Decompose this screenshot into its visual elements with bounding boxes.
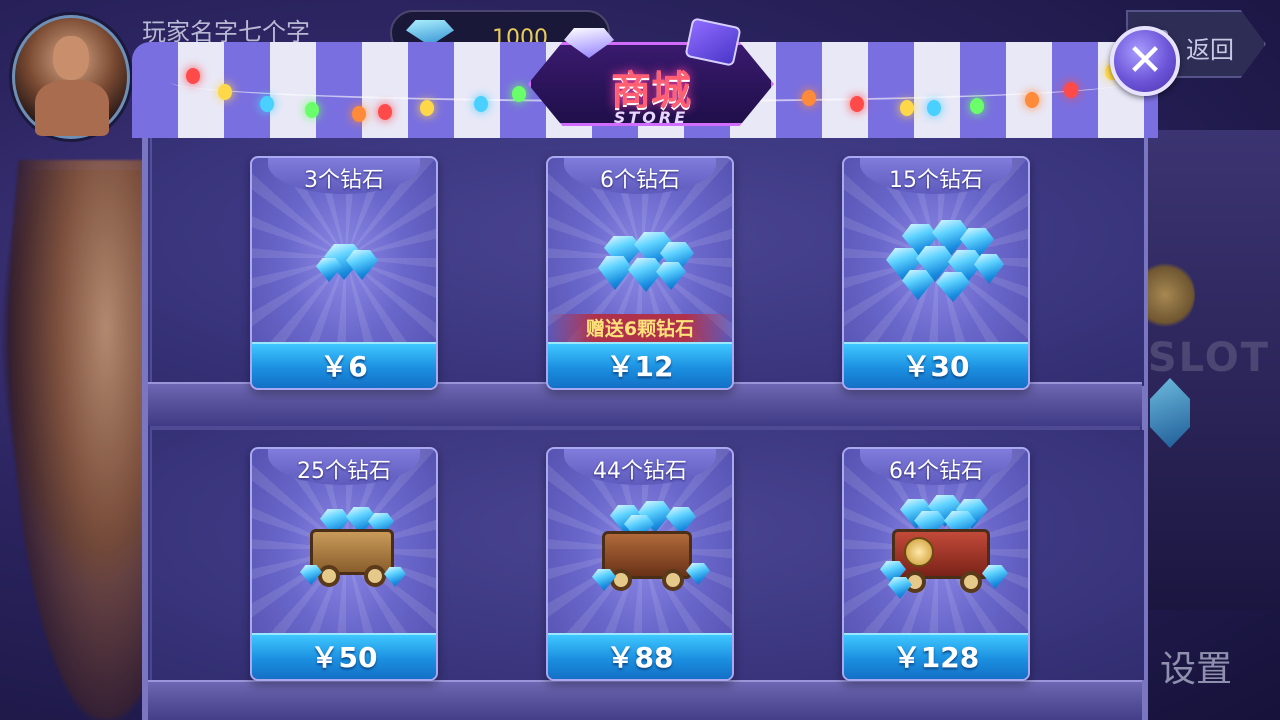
light-bulb-icon: [305, 102, 319, 118]
promo-label: 赠送6颗钻石: [548, 314, 732, 344]
price-button[interactable]: ￥128: [844, 633, 1028, 679]
light-bulb-icon: [420, 100, 434, 116]
price-button[interactable]: ￥30: [844, 342, 1028, 388]
light-bulb-icon: [512, 86, 526, 102]
light-bulb-icon: [970, 98, 984, 114]
light-bulb-icon: [1064, 82, 1078, 98]
store-subtitle: STORE: [613, 108, 689, 127]
shelf-board-bottom: [148, 680, 1142, 720]
product-card[interactable]: 44个钻石 ￥88: [546, 447, 734, 681]
light-bulb-icon: [474, 96, 488, 112]
product-card[interactable]: 3个钻石 ￥6: [250, 156, 438, 390]
light-bulb-icon: [927, 100, 941, 116]
product-title: 6个钻石: [600, 168, 680, 193]
store-logo: 商城 STORE: [528, 17, 774, 134]
avatar[interactable]: [12, 15, 130, 139]
close-button[interactable]: ✕: [1110, 26, 1180, 96]
light-bulb-icon: [260, 96, 274, 112]
light-bulb-icon: [218, 84, 232, 100]
price-button[interactable]: ￥50: [252, 633, 436, 679]
product-card[interactable]: 25个钻石 ￥50: [250, 447, 438, 681]
price-button[interactable]: ￥12: [548, 342, 732, 388]
close-icon: ✕: [1126, 35, 1164, 86]
light-bulb-icon: [802, 90, 816, 106]
settings-button[interactable]: 设置: [1160, 640, 1232, 692]
product-title: 15个钻石: [889, 168, 983, 193]
back-button-label: 返回: [1186, 36, 1234, 64]
product-title: 64个钻石: [889, 459, 983, 484]
product-title: 3个钻石: [304, 168, 384, 193]
product-card[interactable]: 6个钻石 赠送6颗钻石 ￥12: [546, 156, 734, 390]
light-bulb-icon: [378, 104, 392, 120]
product-title: 25个钻石: [297, 459, 391, 484]
product-card[interactable]: 15个钻石 ￥30: [842, 156, 1030, 390]
light-bulb-icon: [186, 68, 200, 84]
background-slot-text: SLOT: [1147, 335, 1270, 381]
product-card[interactable]: 64个钻石 ￥128: [842, 447, 1030, 681]
price-button[interactable]: ￥88: [548, 633, 732, 679]
light-bulb-icon: [1025, 92, 1039, 108]
light-bulb-icon: [352, 106, 366, 122]
light-bulb-icon: [850, 96, 864, 112]
price-button[interactable]: ￥6: [252, 342, 436, 388]
product-title: 44个钻石: [593, 459, 687, 484]
light-bulb-icon: [900, 100, 914, 116]
